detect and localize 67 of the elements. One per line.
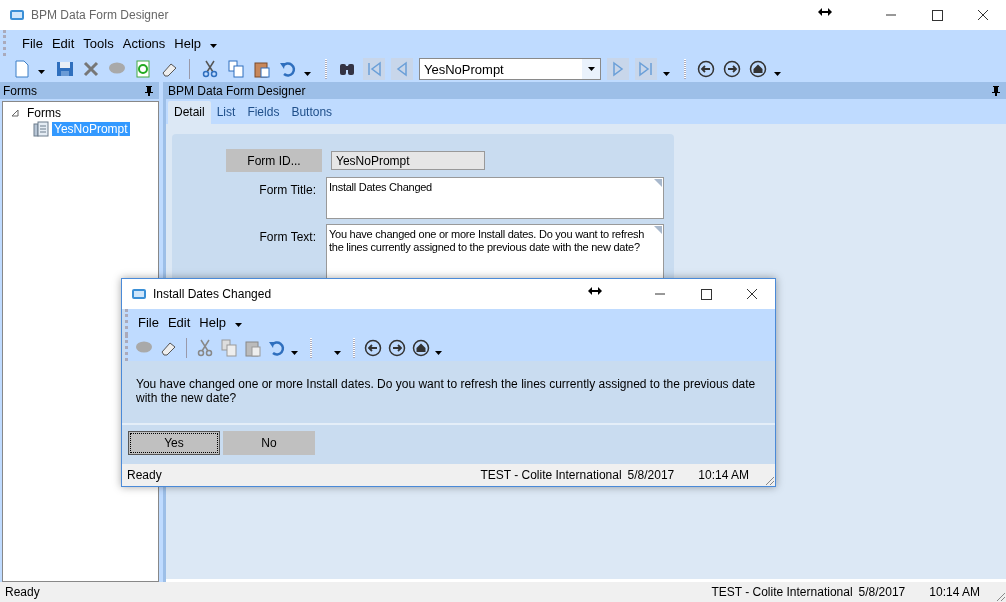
menu-item[interactable]: Help <box>174 35 202 51</box>
pin-icon[interactable] <box>992 85 1000 96</box>
skip-end-icon <box>637 60 655 78</box>
menu-item[interactable]: File <box>138 314 159 330</box>
caret-icon[interactable] <box>435 351 442 355</box>
status-date: 5/8/2017 <box>627 468 675 482</box>
dialog-button[interactable]: No <box>223 431 315 455</box>
home-icon[interactable] <box>749 60 767 78</box>
dialog-button[interactable]: Yes <box>128 431 220 455</box>
save-icon[interactable] <box>56 60 74 78</box>
status-text: Ready <box>5 585 40 599</box>
dialog-title: Install Dates Changed <box>153 287 272 301</box>
resize-cursor-icon <box>818 8 832 16</box>
caret-icon[interactable] <box>334 351 341 355</box>
form-title-field[interactable]: Install Dates Changed <box>326 177 664 219</box>
menu-item[interactable]: Edit <box>51 35 75 51</box>
caret-icon[interactable] <box>210 44 218 48</box>
caret-icon[interactable] <box>304 72 311 76</box>
resize-grip-icon[interactable] <box>763 474 775 486</box>
pin-icon[interactable] <box>145 85 153 96</box>
status-date: 5/8/2017 <box>858 585 906 599</box>
status-time: 10:14 AM <box>698 468 749 482</box>
dialog-message: You have changed one or more Install dates. Do you want to refresh the lines currently assigned to the previous date with the new date? <box>135 376 757 405</box>
caret-icon[interactable] <box>235 323 243 327</box>
app-icon <box>9 8 25 22</box>
resize-grip-icon[interactable] <box>994 590 1006 602</box>
field-label: Form Text: <box>258 229 316 244</box>
caret-icon[interactable] <box>291 351 298 355</box>
panel-title: Forms <box>3 83 37 98</box>
company-name: TEST - Colite International <box>480 468 622 482</box>
field-label: Form Title: <box>258 182 316 197</box>
resize-cursor-icon <box>588 287 602 295</box>
new-document-icon[interactable] <box>13 60 31 78</box>
window-title: BPM Data Form Designer <box>31 8 169 22</box>
paste-icon[interactable] <box>253 60 271 78</box>
tab[interactable]: List <box>210 101 242 124</box>
scissors-icon[interactable] <box>201 60 219 78</box>
menu-item[interactable]: Actions <box>122 35 166 51</box>
caret-icon[interactable] <box>38 70 45 74</box>
company-name: TEST - Colite International <box>711 585 853 599</box>
tree-item[interactable]: Forms <box>25 106 63 120</box>
undo-icon[interactable] <box>279 60 297 78</box>
form-id-button[interactable]: Form ID... <box>226 149 322 172</box>
app-icon <box>131 287 147 301</box>
form-id-field: YesNoPrompt <box>331 151 485 170</box>
expand-toggle-icon[interactable] <box>11 109 19 117</box>
copy-icon[interactable] <box>227 60 245 78</box>
caret-icon[interactable] <box>774 72 781 76</box>
tab[interactable]: Fields <box>241 101 286 124</box>
tab[interactable]: Detail <box>168 101 211 124</box>
form-icon <box>33 121 49 137</box>
status-time: 10:14 AM <box>929 585 980 599</box>
caret-icon <box>587 67 595 71</box>
skip-start-icon <box>365 60 383 78</box>
menu-item[interactable]: File <box>22 35 43 51</box>
record-dropdown[interactable]: YesNoPrompt <box>419 58 601 80</box>
undo-icon[interactable] <box>268 339 286 357</box>
menu-item[interactable]: Tools <box>83 35 114 51</box>
caret-icon[interactable] <box>663 72 670 76</box>
menu-item[interactable]: Edit <box>167 314 191 330</box>
tab[interactable]: Buttons <box>285 101 339 124</box>
status-text: Ready <box>127 468 162 482</box>
home-icon[interactable] <box>412 339 430 357</box>
panel-title: BPM Data Form Designer <box>168 83 306 98</box>
refresh-icon[interactable] <box>134 60 152 78</box>
menu-item[interactable]: Help <box>199 314 227 330</box>
delete-icon[interactable] <box>82 60 100 78</box>
